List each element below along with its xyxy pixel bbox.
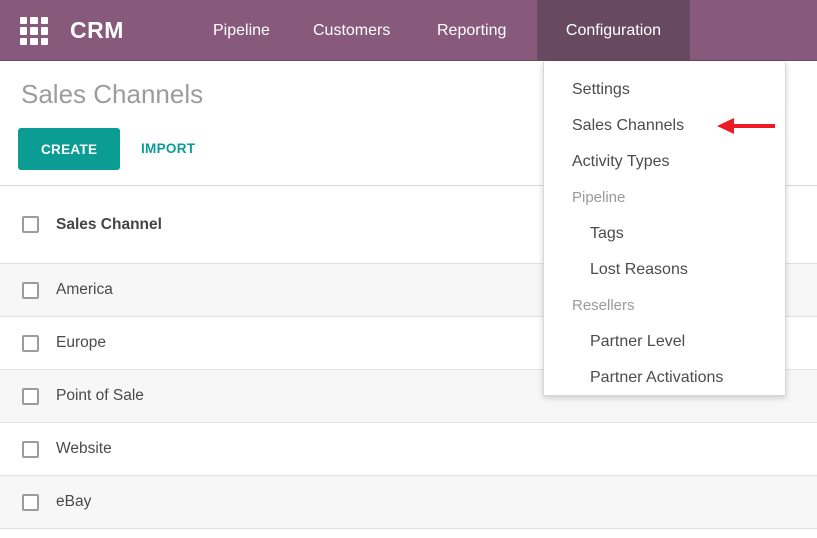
row-checkbox[interactable] [22, 441, 39, 458]
menu-item-lost-reasons[interactable]: Lost Reasons [544, 252, 785, 288]
row-label: Europe [56, 334, 106, 352]
create-button[interactable]: CREATE [18, 128, 120, 170]
nav-item-reporting[interactable]: Reporting [423, 0, 520, 61]
configuration-dropdown-menu: Settings Sales Channels Activity Types P… [543, 62, 786, 396]
row-checkbox[interactable] [22, 282, 39, 299]
menu-section-pipeline: Pipeline [544, 180, 785, 216]
top-navbar: CRM Pipeline Customers Reporting Configu… [0, 0, 817, 61]
row-checkbox[interactable] [22, 388, 39, 405]
nav-item-pipeline[interactable]: Pipeline [199, 0, 284, 61]
apps-grid-icon[interactable] [20, 17, 48, 45]
menu-item-activity-types[interactable]: Activity Types [544, 144, 785, 180]
list-row-website[interactable]: Website [0, 423, 817, 476]
menu-item-tags[interactable]: Tags [544, 216, 785, 252]
menu-item-sales-channels[interactable]: Sales Channels [544, 108, 785, 144]
list-row-ebay[interactable]: eBay [0, 476, 817, 529]
import-button[interactable]: IMPORT [141, 128, 195, 170]
row-label: Website [56, 440, 112, 458]
menu-item-settings[interactable]: Settings [544, 72, 785, 108]
app-title: CRM [70, 0, 124, 61]
page-title: Sales Channels [21, 79, 203, 110]
row-label: eBay [56, 493, 91, 511]
nav-item-customers[interactable]: Customers [299, 0, 404, 61]
row-checkbox[interactable] [22, 335, 39, 352]
row-checkbox[interactable] [22, 494, 39, 511]
nav-item-configuration[interactable]: Configuration [537, 0, 690, 61]
row-label: Point of Sale [56, 387, 144, 405]
row-label: America [56, 281, 113, 299]
menu-item-partner-level[interactable]: Partner Level [544, 324, 785, 360]
menu-section-resellers: Resellers [544, 288, 785, 324]
menu-item-partner-activations[interactable]: Partner Activations [544, 360, 785, 396]
column-header-sales-channel[interactable]: Sales Channel [56, 216, 162, 234]
select-all-checkbox[interactable] [22, 216, 39, 233]
